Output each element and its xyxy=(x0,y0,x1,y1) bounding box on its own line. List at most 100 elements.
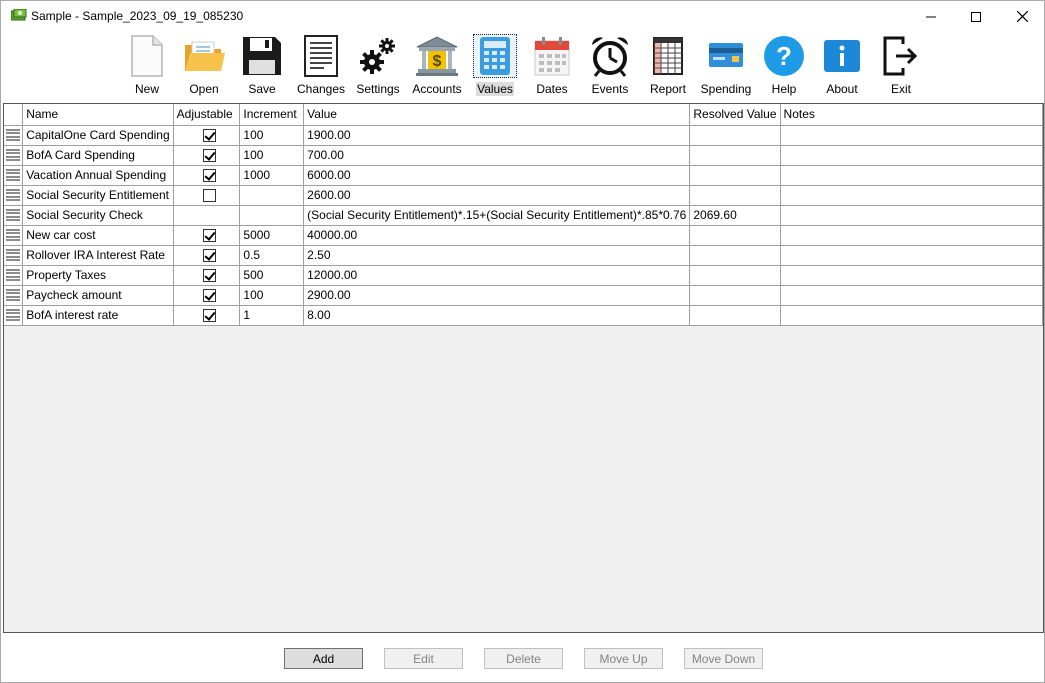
table-row[interactable]: Vacation Annual Spending 1000 6000.00 xyxy=(4,165,1044,186)
cell-increment[interactable]: 1000 xyxy=(239,165,305,186)
row-drag-handle[interactable] xyxy=(4,125,24,146)
cell-increment[interactable]: 1 xyxy=(239,305,305,326)
cell-notes[interactable] xyxy=(780,225,1044,246)
cell-adjustable[interactable] xyxy=(173,205,241,226)
cell-resolved-value[interactable] xyxy=(689,145,781,166)
cell-resolved-value[interactable] xyxy=(689,165,781,186)
cell-value[interactable]: 2.50 xyxy=(303,245,691,266)
row-drag-handle[interactable] xyxy=(4,165,24,186)
cell-value[interactable]: 40000.00 xyxy=(303,225,691,246)
move-up-button[interactable]: Move Up xyxy=(584,648,663,669)
cell-resolved-value[interactable]: 2069.60 xyxy=(689,205,781,226)
cell-name[interactable]: BofA Card Spending xyxy=(22,145,174,166)
cell-notes[interactable] xyxy=(780,185,1044,206)
cell-increment[interactable]: 100 xyxy=(239,125,305,146)
cell-value[interactable]: 2600.00 xyxy=(303,185,691,206)
row-drag-handle[interactable] xyxy=(4,185,24,206)
cell-notes[interactable] xyxy=(780,125,1044,146)
values-grid[interactable]: Name Adjustable Increment Value Resolved… xyxy=(3,103,1044,633)
adjustable-checkbox[interactable] xyxy=(202,228,216,242)
column-header-value[interactable]: Value xyxy=(303,104,691,126)
row-drag-handle[interactable] xyxy=(4,205,24,226)
cell-adjustable[interactable] xyxy=(173,145,241,166)
adjustable-checkbox[interactable] xyxy=(202,148,216,162)
cell-value[interactable]: 6000.00 xyxy=(303,165,691,186)
cell-notes[interactable] xyxy=(780,305,1044,326)
cell-increment[interactable] xyxy=(239,185,305,206)
cell-value[interactable]: 2900.00 xyxy=(303,285,691,306)
cell-name[interactable]: Social Security Entitlement xyxy=(22,185,174,206)
cell-increment[interactable]: 100 xyxy=(239,285,305,306)
adjustable-checkbox[interactable] xyxy=(202,288,216,302)
table-row[interactable]: Social Security Entitlement 2600.00 xyxy=(4,185,1044,206)
row-drag-handle[interactable] xyxy=(4,245,24,266)
toolbar-accounts-button[interactable]: $ Accounts xyxy=(412,34,462,98)
cell-resolved-value[interactable] xyxy=(689,185,781,206)
column-header-name[interactable]: Name xyxy=(22,104,174,126)
cell-increment[interactable]: 0.5 xyxy=(239,245,305,266)
cell-increment[interactable]: 5000 xyxy=(239,225,305,246)
row-drag-handle[interactable] xyxy=(4,265,24,286)
toolbar-new-button[interactable]: New xyxy=(125,34,169,98)
toolbar-save-button[interactable]: Save xyxy=(240,34,284,98)
add-button[interactable]: Add xyxy=(284,648,363,669)
cell-resolved-value[interactable] xyxy=(689,225,781,246)
cell-resolved-value[interactable] xyxy=(689,265,781,286)
toolbar-settings-button[interactable]: Settings xyxy=(356,34,400,98)
row-drag-handle[interactable] xyxy=(4,285,24,306)
cell-name[interactable]: Paycheck amount xyxy=(22,285,174,306)
cell-notes[interactable] xyxy=(780,265,1044,286)
toolbar-help-button[interactable]: ? Help xyxy=(762,34,806,98)
toolbar-spending-button[interactable]: Spending xyxy=(701,34,751,98)
cell-adjustable[interactable] xyxy=(173,285,241,306)
cell-value[interactable]: 12000.00 xyxy=(303,265,691,286)
table-row[interactable]: New car cost 5000 40000.00 xyxy=(4,225,1044,246)
maximize-button[interactable] xyxy=(953,1,999,32)
table-row[interactable]: BofA interest rate 1 8.00 xyxy=(4,305,1044,326)
cell-adjustable[interactable] xyxy=(173,225,241,246)
adjustable-checkbox[interactable] xyxy=(202,188,216,202)
toolbar-changes-button[interactable]: Changes xyxy=(297,34,345,98)
table-row[interactable]: Rollover IRA Interest Rate 0.5 2.50 xyxy=(4,245,1044,266)
toolbar-open-button[interactable]: Open xyxy=(182,34,226,98)
cell-notes[interactable] xyxy=(780,145,1044,166)
row-drag-handle[interactable] xyxy=(4,305,24,326)
row-drag-handle[interactable] xyxy=(4,145,24,166)
cell-name[interactable]: Social Security Check xyxy=(22,205,174,226)
cell-increment[interactable]: 100 xyxy=(239,145,305,166)
toolbar-values-button[interactable]: Values xyxy=(473,34,517,98)
move-down-button[interactable]: Move Down xyxy=(684,648,763,669)
toolbar-exit-button[interactable]: Exit xyxy=(879,34,923,98)
cell-value[interactable]: 1900.00 xyxy=(303,125,691,146)
edit-button[interactable]: Edit xyxy=(384,648,463,669)
column-header-adjustable[interactable]: Adjustable xyxy=(173,104,241,126)
column-header-resolved-value[interactable]: Resolved Value xyxy=(689,104,781,126)
column-header-notes[interactable]: Notes xyxy=(780,104,1044,126)
cell-resolved-value[interactable] xyxy=(689,245,781,266)
cell-resolved-value[interactable] xyxy=(689,285,781,306)
cell-increment[interactable] xyxy=(239,205,305,226)
cell-name[interactable]: Rollover IRA Interest Rate xyxy=(22,245,174,266)
column-header-increment[interactable]: Increment xyxy=(239,104,305,126)
cell-notes[interactable] xyxy=(780,205,1044,226)
cell-adjustable[interactable] xyxy=(173,245,241,266)
cell-notes[interactable] xyxy=(780,245,1044,266)
cell-value[interactable]: (Social Security Entitlement)*.15+(Socia… xyxy=(303,205,691,226)
cell-adjustable[interactable] xyxy=(173,165,241,186)
cell-adjustable[interactable] xyxy=(173,185,241,206)
toolbar-dates-button[interactable]: Dates xyxy=(530,34,574,98)
table-row[interactable]: CapitalOne Card Spending 100 1900.00 xyxy=(4,125,1044,146)
toolbar-report-button[interactable]: Report xyxy=(646,34,690,98)
cell-name[interactable]: New car cost xyxy=(22,225,174,246)
adjustable-checkbox[interactable] xyxy=(202,268,216,282)
minimize-button[interactable] xyxy=(908,1,954,32)
cell-adjustable[interactable] xyxy=(173,305,241,326)
delete-button[interactable]: Delete xyxy=(484,648,563,669)
cell-value[interactable]: 700.00 xyxy=(303,145,691,166)
cell-adjustable[interactable] xyxy=(173,125,241,146)
table-row[interactable]: BofA Card Spending 100 700.00 xyxy=(4,145,1044,166)
cell-name[interactable]: Property Taxes xyxy=(22,265,174,286)
toolbar-events-button[interactable]: Events xyxy=(588,34,632,98)
table-row[interactable]: Paycheck amount 100 2900.00 xyxy=(4,285,1044,306)
cell-resolved-value[interactable] xyxy=(689,305,781,326)
